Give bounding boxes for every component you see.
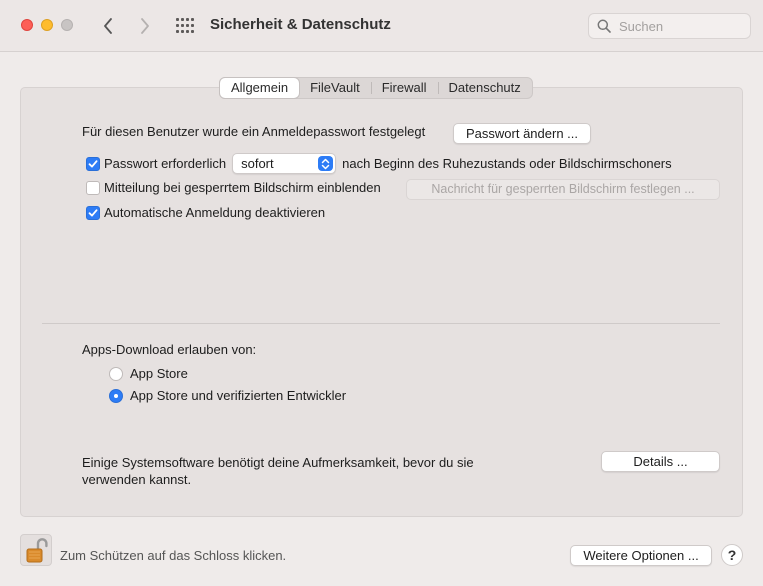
require-password-checkbox[interactable]	[86, 156, 100, 171]
system-software-text: Einige Systemsoftware benötigt deine Auf…	[82, 454, 474, 488]
system-software-line-1: Einige Systemsoftware benötigt deine Auf…	[82, 455, 474, 470]
disable-autologin-checkbox[interactable]	[86, 205, 100, 220]
search-icon	[597, 19, 611, 33]
updown-chevron-icon	[318, 156, 334, 171]
download-option-appstore[interactable]: App Store	[109, 366, 188, 381]
lock-button[interactable]	[20, 534, 52, 566]
search-input[interactable]	[617, 17, 737, 35]
require-password-select[interactable]: sofort	[232, 153, 337, 174]
tab-general[interactable]: Allgemein	[220, 78, 300, 98]
lock-hint-text: Zum Schützen auf das Schloss klicken.	[60, 548, 287, 563]
radio-appstore-label: App Store	[130, 366, 188, 381]
tab-filevault[interactable]: FileVault	[299, 78, 371, 98]
system-software-line-2: verwenden kannst.	[82, 472, 192, 487]
window-title: Sicherheit & Datenschutz	[210, 16, 391, 33]
tab-bar: Allgemein FileVault Firewall Datenschutz	[219, 77, 533, 99]
close-window-button[interactable]	[21, 19, 33, 31]
minimize-window-button[interactable]	[41, 19, 53, 31]
chevron-left-icon	[104, 18, 112, 34]
lock-message-label: Mitteilung bei gesperrtem Bildschirm ein…	[104, 180, 381, 195]
checkmark-icon	[88, 159, 98, 167]
require-password-suffix: nach Beginn des Ruhezustands oder Bildsc…	[342, 156, 672, 171]
require-password-select-value: sofort	[241, 156, 274, 171]
lock-message-checkbox[interactable]	[86, 180, 100, 195]
require-password-label: Passwort erforderlich	[104, 156, 227, 171]
radio-appstore-developers-label: App Store und verifizierten Entwickler	[130, 388, 347, 403]
section-divider	[42, 323, 720, 324]
advanced-options-button[interactable]: Weitere Optionen ...	[570, 545, 712, 566]
forward-button[interactable]	[134, 14, 156, 38]
radio-appstore-developers[interactable]	[109, 388, 123, 403]
checkmark-icon	[88, 208, 98, 216]
tab-firewall[interactable]: Firewall	[370, 78, 438, 98]
password-set-row: Für diesen Benutzer wurde ein Anmeldepas…	[82, 124, 425, 139]
lock-message-row: Mitteilung bei gesperrtem Bildschirm ein…	[86, 180, 381, 195]
details-button[interactable]: Details ...	[601, 451, 720, 472]
download-option-appstore-developers[interactable]: App Store und verifizierten Entwickler	[109, 388, 346, 403]
back-button[interactable]	[97, 14, 119, 38]
require-password-row: Passwort erforderlich sofort nach Beginn…	[86, 153, 672, 174]
show-all-grid-icon[interactable]	[175, 17, 195, 35]
tab-privacy[interactable]: Datenschutz	[437, 78, 532, 98]
set-lock-message-button: Nachricht für gesperrten Bildschirm fest…	[406, 179, 720, 200]
password-set-text: Für diesen Benutzer wurde ein Anmeldepas…	[82, 124, 426, 139]
unlocked-padlock-icon	[26, 538, 48, 563]
downloads-heading: Apps-Download erlauben von:	[82, 342, 257, 357]
radio-appstore[interactable]	[109, 366, 123, 381]
search-field[interactable]	[588, 13, 751, 39]
disable-autologin-row: Automatische Anmeldung deaktivieren	[86, 205, 325, 220]
change-password-button[interactable]: Passwort ändern ...	[453, 123, 591, 144]
disable-autologin-label: Automatische Anmeldung deaktivieren	[104, 205, 326, 220]
help-button[interactable]: ?	[721, 544, 743, 566]
title-bar: Sicherheit & Datenschutz	[0, 0, 763, 52]
zoom-window-button[interactable]	[61, 19, 73, 31]
chevron-right-icon	[141, 18, 149, 34]
